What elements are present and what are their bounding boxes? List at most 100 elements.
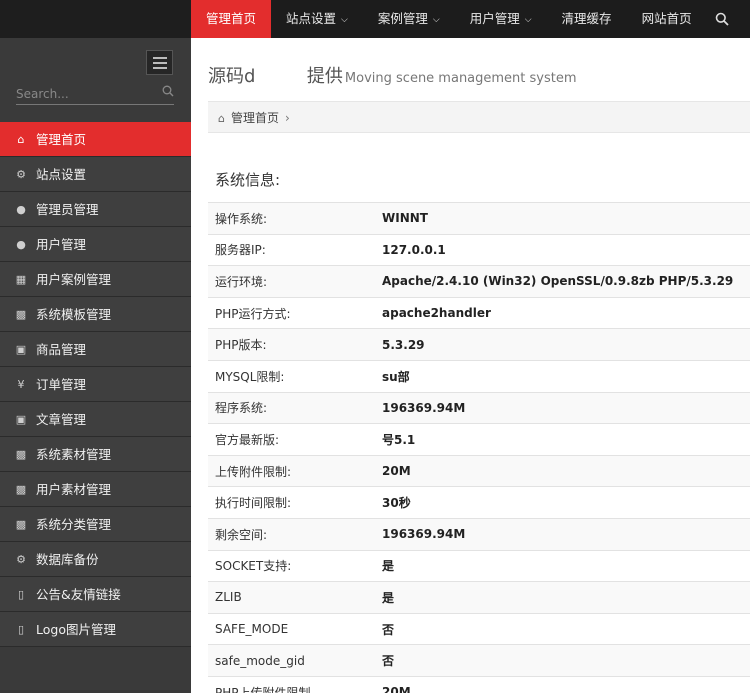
top-navbar: 管理首页 站点设置 ⌵ 案例管理 ⌵ 用户管理 ⌵ 清理缓存 网站首页 — [0, 0, 750, 44]
gears-icon: ⚙ — [16, 168, 26, 181]
system-info-table: 操作系统: WINNT 服务器IP: 127.0.0.1 运行环境: Apache/2… — [208, 202, 750, 693]
info-label: 运行环境: — [215, 274, 268, 289]
briefcase-icon: ▩ — [15, 518, 27, 531]
chevron-right-icon: › — [285, 111, 290, 125]
info-label: 服务器IP: — [215, 243, 266, 258]
info-value: 是 — [382, 559, 395, 574]
table-row: 程序系统: 196369.94M — [208, 392, 750, 424]
breadcrumb-home[interactable]: 管理首页 — [231, 111, 279, 125]
sidebar-item-orders[interactable]: ¥ 订单管理 — [0, 367, 191, 402]
table-row: 官方最新版: 号5.1 — [208, 423, 750, 456]
info-label: safe_mode_gid — [215, 653, 305, 668]
info-value: 30秒 — [382, 496, 411, 511]
info-value: apache2handler — [382, 306, 491, 321]
info-label: PHP版本: — [215, 338, 267, 353]
briefcase-icon: ▩ — [15, 308, 27, 321]
info-value: WINNT — [382, 211, 428, 226]
info-value: 196369.94M — [382, 527, 466, 542]
sidebar-item-articles[interactable]: ▣ 文章管理 — [0, 402, 191, 437]
nav-clear-cache[interactable]: 清理缓存 — [547, 0, 627, 38]
info-value: 20M — [382, 685, 411, 693]
nav-site-home[interactable]: 网站首页 — [627, 0, 707, 38]
sidebar-item-site-settings[interactable]: ⚙ 站点设置 — [0, 157, 191, 192]
table-row: ZLIB 是 — [208, 581, 750, 614]
info-value: 196369.94M — [382, 400, 466, 415]
sidebar-item-user-cases[interactable]: ▦ 用户案例管理 — [0, 262, 191, 297]
info-label: ZLIB — [215, 590, 242, 605]
info-value: su部 — [382, 369, 410, 384]
search-icon[interactable] — [705, 0, 739, 38]
info-label: 剩余空间: — [215, 527, 268, 542]
system-info-title: 系统信息: — [215, 171, 281, 189]
breadcrumb: ⌂ 管理首页 › — [208, 101, 750, 133]
info-label: PHP运行方式: — [215, 306, 291, 321]
info-value: Apache/2.4.10 (Win32) OpenSSL/0.9.8zb PH… — [382, 274, 734, 289]
info-label: 上传附件限制: — [215, 464, 292, 479]
sidebar-item-user-management[interactable]: ● 用户管理 — [0, 227, 191, 262]
sidebar-item-admin-management[interactable]: ● 管理员管理 — [0, 192, 191, 227]
sidebar-item-products[interactable]: ▣ 商品管理 — [0, 332, 191, 367]
sidebar-item-user-materials[interactable]: ▩ 用户素材管理 — [0, 472, 191, 507]
info-label: 官方最新版: — [215, 432, 280, 447]
sidebar-toggle-button[interactable] — [146, 50, 173, 75]
table-icon: ▦ — [15, 273, 27, 286]
nav-site-settings[interactable]: 站点设置 ⌵ — [271, 0, 363, 38]
home-icon: ⌂ — [17, 133, 25, 146]
info-value: 是 — [382, 590, 395, 605]
top-nav-menu: 管理首页 站点设置 ⌵ 案例管理 ⌵ 用户管理 ⌵ 清理缓存 网站首页 — [191, 0, 707, 44]
gears-icon: ⚙ — [16, 553, 26, 566]
sidebar-item-system-materials[interactable]: ▩ 系统素材管理 — [0, 437, 191, 472]
table-row: safe_mode_gid 否 — [208, 644, 750, 677]
table-row: SOCKET支持: 是 — [208, 550, 750, 582]
nav-home[interactable]: 管理首页 — [191, 0, 272, 44]
sidebar-item-categories[interactable]: ▩ 系统分类管理 — [0, 507, 191, 542]
table-row: SAFE_MODE 否 — [208, 613, 750, 645]
menu-bar-icon — [153, 67, 167, 69]
chevron-down-icon: ⌵ — [341, 15, 348, 25]
table-row: 运行环境: Apache/2.4.10 (Win32) OpenSSL/0.9.8… — [208, 265, 750, 298]
info-label: MYSQL限制: — [215, 369, 285, 384]
gift-icon: ▩ — [15, 483, 27, 496]
info-label: SAFE_MODE — [215, 622, 289, 637]
table-row: MYSQL限制: su部 — [208, 360, 750, 392]
page-title: 源码d 提供 Moving scene management system — [208, 66, 577, 87]
caret-square-icon: ▣ — [15, 343, 27, 356]
sidebar-item-db-backup[interactable]: ⚙ 数据库备份 — [0, 542, 191, 577]
sidebar-search-input[interactable] — [16, 85, 156, 103]
info-value: 否 — [382, 622, 395, 637]
sidebar-item-announcements[interactable]: ▯ 公告&友情链接 — [0, 577, 191, 612]
info-label: SOCKET支持: — [215, 559, 292, 574]
nav-user-management[interactable]: 用户管理 ⌵ — [455, 0, 547, 38]
table-row: 服务器IP: 127.0.0.1 — [208, 234, 750, 266]
table-row: 执行时间限制: 30秒 — [208, 486, 750, 519]
menu-bar-icon — [153, 57, 167, 59]
bookmark-icon: ▯ — [17, 623, 25, 636]
chevron-down-icon: ⌵ — [524, 15, 532, 25]
user-icon: ● — [16, 203, 26, 216]
info-label: 执行时间限制: — [215, 496, 292, 511]
table-row: 上传附件限制: 20M — [208, 455, 750, 487]
table-row: 操作系统: WINNT — [208, 202, 750, 235]
sidebar-menu: ⌂ 管理首页 ⚙ 站点设置 ● 管理员管理 ● 用户管理 ▦ 用户案例管理 ▩ 系统模板管理… — [0, 122, 199, 647]
info-label: PHP上传附件限制 — [215, 685, 311, 693]
info-value: 20M — [382, 464, 411, 479]
info-value: 127.0.0.1 — [382, 242, 446, 257]
chevron-down-icon: ⌵ — [432, 15, 440, 25]
caret-square-icon: ▣ — [15, 413, 27, 426]
sidebar-item-logo-images[interactable]: ▯ Logo图片管理 — [0, 612, 191, 647]
sidebar-search — [16, 85, 174, 105]
sidebar-item-templates[interactable]: ▩ 系统模板管理 — [0, 297, 191, 332]
home-icon: ⌂ — [218, 112, 225, 125]
user-icon: ● — [16, 238, 26, 251]
search-icon[interactable] — [162, 85, 174, 100]
page-subtitle: Moving scene management system — [344, 71, 577, 86]
yen-icon: ¥ — [17, 378, 25, 391]
sidebar: ⌂管理首页 ⚙站点设置 ●管理员管理 ●用户管理 ▦用户案例管理 ▩系统模板管理… — [0, 38, 199, 693]
info-label: 程序系统: — [215, 401, 268, 416]
navbar-brand-area — [0, 0, 191, 38]
table-row: PHP版本: 5.3.29 — [208, 328, 750, 361]
nav-case-management[interactable]: 案例管理 ⌵ — [363, 0, 455, 38]
sidebar-item-home[interactable]: ⌂ 管理首页 — [0, 122, 199, 157]
info-value: 5.3.29 — [382, 337, 425, 352]
gift-icon: ▩ — [15, 448, 27, 461]
